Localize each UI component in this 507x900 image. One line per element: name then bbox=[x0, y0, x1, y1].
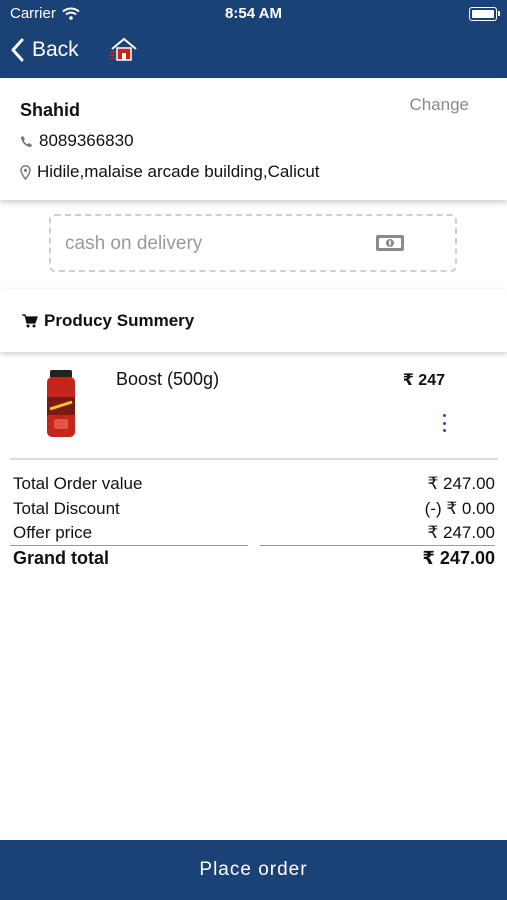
grand-total-value: ₹ 247.00 bbox=[422, 547, 495, 568]
back-button[interactable]: Back bbox=[10, 38, 79, 62]
status-bar: Carrier 8:54 AM bbox=[0, 0, 507, 28]
place-order-button[interactable]: Place order bbox=[0, 840, 507, 900]
clock: 8:54 AM bbox=[225, 5, 282, 22]
product-price: ₹ 247 bbox=[402, 372, 445, 389]
offer-price-value: ₹ 247.00 bbox=[427, 523, 495, 542]
location-row: Hidile,malaise arcade building,Calicut bbox=[20, 162, 320, 182]
phone-icon bbox=[21, 135, 32, 147]
grand-total-label: Grand total bbox=[13, 547, 110, 568]
customer-name: Shahid bbox=[20, 100, 81, 120]
map-marker-icon bbox=[20, 164, 31, 180]
total-order-value-row: Total Order value ₹ 247.00 bbox=[13, 474, 495, 499]
total-order-value: ₹ 247.00 bbox=[427, 474, 495, 493]
divider bbox=[260, 545, 495, 546]
offer-price-row: Offer price ₹ 247.00 bbox=[13, 523, 495, 548]
cart-icon bbox=[22, 314, 38, 328]
grand-total-row: Grand total ₹ 247.00 bbox=[13, 548, 495, 573]
summary-title-text: Producy Summery bbox=[44, 311, 195, 330]
total-order-value-label: Total Order value bbox=[13, 474, 143, 493]
payment-method-label: cash on delivery bbox=[65, 233, 203, 254]
nav-bar: Back bbox=[0, 28, 507, 78]
offer-price-label: Offer price bbox=[13, 523, 93, 542]
battery-icon bbox=[469, 7, 500, 21]
back-label: Back bbox=[32, 38, 79, 61]
order-totals: Total Order value ₹ 247.00 Total Discoun… bbox=[13, 474, 495, 572]
product-summary-header: Producy Summery bbox=[0, 289, 507, 352]
product-name: Boost (500g) bbox=[116, 369, 220, 389]
total-discount-row: Total Discount (-) ₹ 0.00 bbox=[13, 499, 495, 524]
payment-method-selector[interactable]: cash on delivery bbox=[49, 214, 457, 272]
store-home-icon[interactable] bbox=[108, 36, 140, 69]
total-discount-label: Total Discount bbox=[13, 498, 120, 518]
product-image bbox=[44, 369, 78, 439]
address-text: Hidile,malaise arcade building,Calicut bbox=[37, 162, 320, 181]
more-options-icon[interactable] bbox=[440, 414, 448, 432]
product-summary-title: Producy Summery bbox=[22, 311, 194, 331]
divider bbox=[10, 458, 498, 460]
delivery-address-card: Shahid Change 8089366830 Hidile,malaise … bbox=[0, 79, 507, 200]
cash-icon bbox=[376, 235, 404, 251]
chevron-left-icon bbox=[11, 38, 24, 62]
total-discount-value: (-) ₹ 0.00 bbox=[424, 498, 495, 518]
phone-row: 8089366830 bbox=[20, 131, 134, 151]
divider bbox=[10, 545, 248, 546]
phone-number: 8089366830 bbox=[39, 131, 134, 150]
change-address-button[interactable]: Change bbox=[409, 95, 469, 115]
